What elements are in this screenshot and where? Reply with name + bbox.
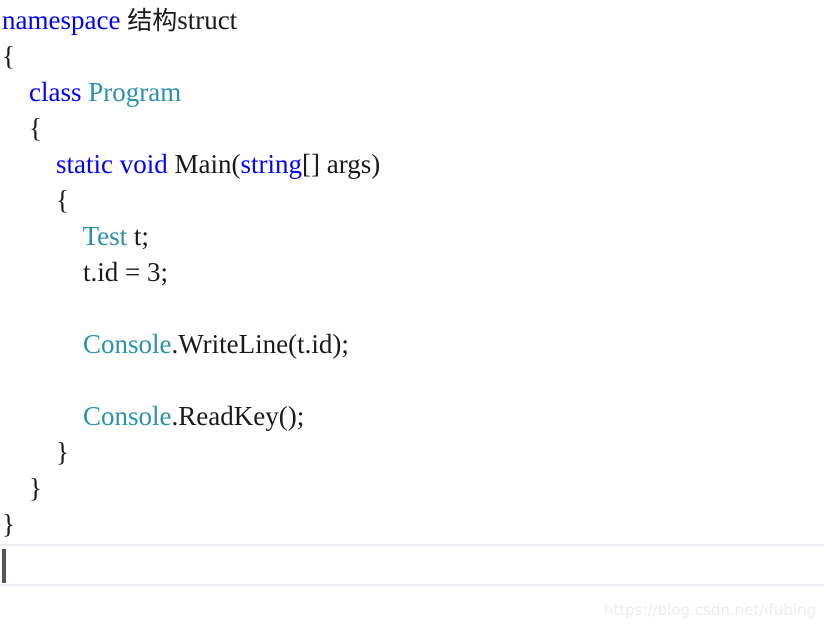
code-line[interactable]: namespace 结构struct	[0, 2, 824, 38]
code-token-plain: t.id =	[83, 257, 147, 287]
code-line[interactable]: static void Main(string[] args)	[0, 146, 824, 182]
code-line[interactable]: {	[0, 182, 824, 218]
watermark: https://blog.csdn.net/ifubing	[603, 601, 816, 619]
code-line[interactable]: Console.WriteLine(t.id);	[0, 326, 824, 362]
code-line[interactable]: Console.ReadKey();	[0, 398, 824, 434]
code-line[interactable]: class Program	[0, 74, 824, 110]
code-token-type: Test	[82, 221, 128, 251]
code-token-plain: Main(	[167, 149, 241, 179]
code-line[interactable]: }	[0, 434, 824, 470]
code-editor[interactable]: namespace 结构struct{ class Program { stat…	[0, 0, 824, 542]
code-token-number: 3	[146, 257, 161, 287]
code-token-cjk: 结构	[127, 6, 178, 35]
code-token-type: Console	[83, 329, 172, 359]
code-token-plain: .WriteLine(t.id);	[171, 329, 349, 359]
code-token-brace: }	[29, 473, 42, 503]
code-line[interactable]: }	[0, 506, 824, 542]
code-token-brace: {	[29, 113, 42, 143]
code-line[interactable]: {	[0, 38, 824, 74]
code-token-keyword: string	[240, 149, 302, 179]
code-token-plain: struct	[177, 5, 238, 35]
code-token-plain: .ReadKey();	[171, 401, 305, 431]
code-token-brace: {	[56, 185, 69, 215]
code-token-brace: }	[56, 437, 69, 467]
code-line[interactable]: {	[0, 110, 824, 146]
code-line[interactable]: t.id = 3;	[0, 254, 824, 290]
code-line-blank[interactable]	[0, 290, 824, 326]
code-token-keyword: void	[119, 149, 168, 179]
text-caret	[2, 549, 6, 583]
code-token-type: Console	[83, 401, 172, 431]
code-token-keyword: class	[29, 77, 82, 107]
code-line[interactable]: }	[0, 470, 824, 506]
code-token-brace: }	[2, 509, 15, 539]
code-token-plain: [] args)	[302, 149, 381, 179]
code-line-blank[interactable]	[0, 362, 824, 398]
code-token-plain: t;	[127, 221, 149, 251]
code-line[interactable]: Test t;	[0, 218, 824, 254]
code-token-plain: ;	[160, 257, 168, 287]
code-token-keyword: static	[56, 149, 113, 179]
code-token-type: Program	[88, 77, 182, 107]
code-input-bar[interactable]	[0, 544, 824, 586]
code-token-brace: {	[2, 41, 15, 71]
code-token-keyword: namespace	[2, 5, 121, 35]
